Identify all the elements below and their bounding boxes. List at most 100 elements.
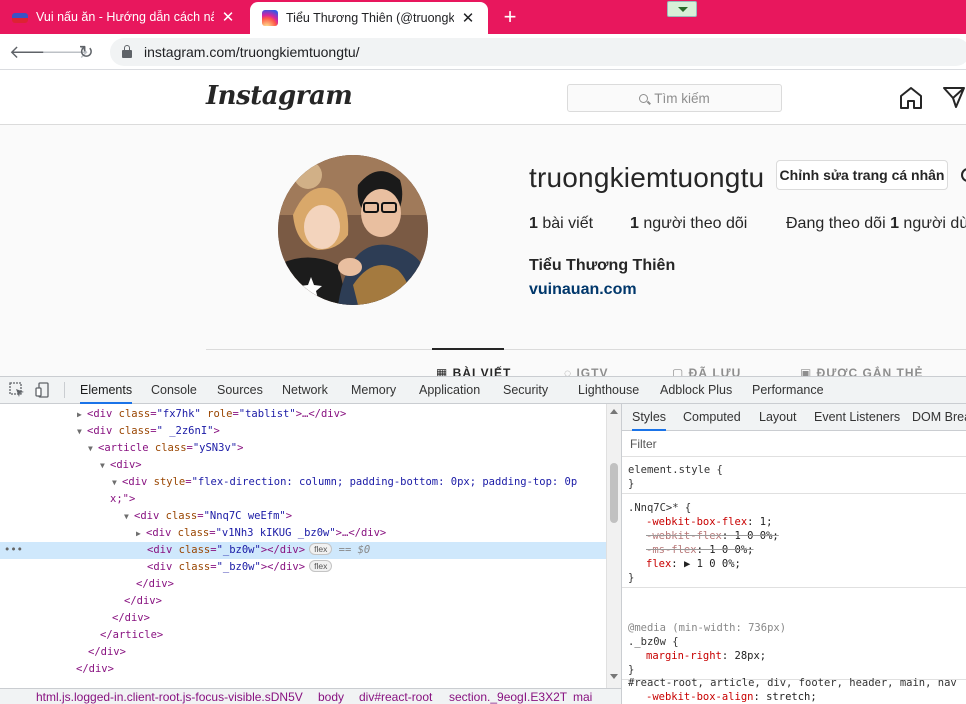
settings-gear-icon[interactable]: [960, 167, 966, 183]
followers-stat[interactable]: 1 người theo dõi: [630, 215, 747, 233]
browser-tab-vuinauan[interactable]: Vui nấu ăn - Hướng dẫn cách nấu ✕: [0, 0, 248, 34]
expanded-triangle-icon[interactable]: ▼: [124, 508, 134, 525]
flex-badge[interactable]: flex: [309, 560, 333, 572]
forward-arrow-icon[interactable]: 🡒: [41, 40, 89, 64]
devtools-tab-network[interactable]: Network: [282, 377, 328, 404]
dom-node-row[interactable]: <div class="_bz0w"></div> flex: [0, 559, 606, 576]
instagram-logo[interactable]: Instagram: [206, 81, 353, 111]
css-property-value[interactable]: : ▶ 1 0 0%;: [671, 558, 741, 570]
close-tab-icon[interactable]: ✕: [220, 8, 236, 26]
css-property-name[interactable]: -webkit-box-align: [646, 691, 753, 703]
css-property-name[interactable]: margin-right: [646, 650, 722, 662]
dom-node-row[interactable]: </div>: [0, 644, 606, 661]
tab-layout[interactable]: Layout: [759, 404, 797, 431]
back-arrow-icon[interactable]: 🡐: [9, 40, 57, 64]
profile-avatar[interactable]: [278, 155, 428, 305]
breadcrumb-item[interactable]: body: [318, 689, 344, 704]
devtools-tab-adblock-plus[interactable]: Adblock Plus: [660, 377, 732, 404]
devtools-tab-console[interactable]: Console: [151, 377, 197, 404]
css-property-value[interactable]: : 28px;: [722, 650, 766, 662]
dom-node-row[interactable]: </div>: [0, 661, 606, 678]
search-input[interactable]: Tìm kiếm: [567, 84, 782, 112]
dom-node-row[interactable]: ▼ <div>: [0, 457, 606, 474]
dom-node-row[interactable]: ▶ <div class="fx7hk" role="tablist">…</di…: [0, 406, 606, 423]
dom-node-row[interactable]: </div>: [0, 610, 606, 627]
tab-igtv[interactable]: ◌ IGTV: [564, 366, 608, 376]
tab-event-listeners[interactable]: Event Listeners: [814, 404, 900, 431]
tab-posts[interactable]: ▦ BÀI VIẾT: [436, 366, 511, 376]
instagram-favicon-icon: [262, 10, 278, 26]
css-property-value[interactable]: : 1;: [747, 516, 772, 528]
css-property-value[interactable]: : 1 0 0%;: [697, 544, 754, 556]
browser-tab-instagram[interactable]: Tiểu Thương Thiên (@truongkiem ✕: [250, 2, 488, 34]
tab-saved[interactable]: ▢ ĐÃ LƯU: [672, 366, 741, 376]
expanded-triangle-icon[interactable]: ▼: [88, 440, 98, 457]
devtools-tab-sources[interactable]: Sources: [217, 377, 263, 404]
inspect-element-icon[interactable]: [9, 382, 25, 398]
tab-styles[interactable]: Styles: [632, 404, 667, 431]
address-bar[interactable]: instagram.com/truongkiemtuongtu/: [110, 38, 966, 66]
tab-tagged[interactable]: ▣ ĐƯỢC GẮN THẺ: [800, 366, 924, 376]
close-tab-icon[interactable]: ✕: [460, 9, 476, 27]
scroll-down-icon[interactable]: [610, 674, 618, 679]
css-property-value[interactable]: : stretch;: [753, 691, 816, 703]
css-property-name[interactable]: -webkit-box-flex: [646, 516, 747, 528]
css-property-value[interactable]: : 1 0 0%;: [722, 530, 779, 542]
styles-pane: Styles Computed Layout Event Listeners D…: [621, 404, 966, 704]
css-property-name[interactable]: -webkit-flex: [646, 530, 722, 542]
profile-website-link[interactable]: vuinauan.com: [529, 281, 637, 299]
devtools-tab-memory[interactable]: Memory: [351, 377, 396, 404]
styles-filter-input[interactable]: Filter: [622, 432, 966, 457]
device-toolbar-icon[interactable]: [35, 382, 51, 398]
following-stat[interactable]: Đang theo dõi 1 người dù: [786, 215, 966, 233]
tab-dom-breakpoints[interactable]: DOM Brea: [912, 404, 966, 431]
dom-node-row[interactable]: ▼ <div style="flex-direction: column; pad…: [0, 474, 606, 491]
scroll-up-icon[interactable]: [610, 409, 618, 414]
tab-search-icon[interactable]: [667, 1, 697, 17]
devtools-tab-lighthouse[interactable]: Lighthouse: [578, 377, 639, 404]
dom-node-row[interactable]: ••• <div class="_bz0w"></div> flex == $0: [0, 542, 606, 559]
direct-message-icon[interactable]: [942, 85, 966, 109]
breadcrumb-item[interactable]: html.js.logged-in.client-root.js-focus-v…: [36, 689, 303, 704]
active-tab-indicator: [432, 348, 504, 350]
collapsed-triangle-icon[interactable]: ▶: [136, 525, 146, 542]
dom-tag-close: </div>: [76, 663, 114, 675]
elements-tree[interactable]: ▶ <div class="fx7hk" role="tablist">…</di…: [0, 404, 606, 688]
reload-icon[interactable]: ↻: [74, 40, 98, 64]
dom-node-row[interactable]: </div>: [0, 593, 606, 610]
dom-node-row[interactable]: ▼ <div class="Nnq7C weEfm">: [0, 508, 606, 525]
devtools-tab-security[interactable]: Security: [503, 377, 548, 404]
row-menu-dots[interactable]: •••: [4, 542, 23, 559]
flex-badge[interactable]: flex: [309, 543, 333, 555]
devtools-tab-performance[interactable]: Performance: [752, 377, 824, 404]
scrollbar-thumb[interactable]: [610, 463, 618, 523]
expanded-triangle-icon[interactable]: ▼: [112, 474, 122, 491]
new-tab-button[interactable]: +: [498, 4, 522, 30]
expanded-triangle-icon[interactable]: ▼: [100, 457, 110, 474]
css-rule-line: }: [628, 571, 966, 585]
tab-computed[interactable]: Computed: [683, 404, 741, 431]
devtools-tab-application[interactable]: Application: [419, 377, 480, 404]
expanded-triangle-icon[interactable]: ▼: [77, 423, 87, 440]
dom-node-row[interactable]: </article>: [0, 627, 606, 644]
edit-profile-button[interactable]: Chỉnh sửa trang cá nhân: [776, 160, 948, 190]
dom-attr-value: "v1Nh3 kIKUG _bz0w": [215, 527, 336, 539]
collapsed-triangle-icon[interactable]: ▶: [77, 406, 87, 423]
css-property-name[interactable]: flex: [646, 558, 671, 570]
breadcrumb-item[interactable]: section._9eogI.E3X2T: [449, 689, 567, 704]
css-rule-line: .Nnq7C>* {: [628, 501, 966, 515]
dom-node-row[interactable]: ▼ <div class=" _2z6nI">: [0, 423, 606, 440]
dom-node-row[interactable]: x;">: [0, 491, 606, 508]
dom-node-row[interactable]: ▶ <div class="v1Nh3 kIKUG _bz0w">…</div>: [0, 525, 606, 542]
dom-tag-close: </div>: [124, 595, 162, 607]
devtools-panel: Elements Console Sources Network Memory …: [0, 376, 966, 704]
breadcrumb-item[interactable]: div#react-root: [359, 689, 432, 704]
elements-scrollbar[interactable]: [606, 404, 621, 688]
devtools-tab-elements[interactable]: Elements: [80, 377, 133, 404]
dom-node-row[interactable]: </div>: [0, 576, 606, 593]
breadcrumb-item[interactable]: mai: [573, 689, 592, 704]
css-property-name[interactable]: -ms-flex: [646, 544, 697, 556]
home-icon[interactable]: [898, 86, 924, 110]
dom-tag-open: <div: [110, 459, 136, 471]
dom-node-row[interactable]: ▼ <article class="ySN3v">: [0, 440, 606, 457]
